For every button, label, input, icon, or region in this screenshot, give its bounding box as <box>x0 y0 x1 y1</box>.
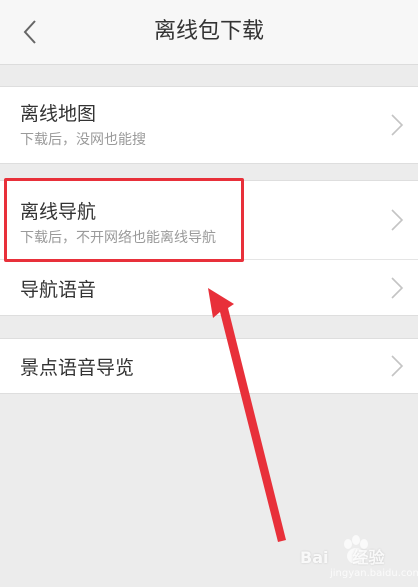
chevron-right-icon <box>391 355 404 377</box>
scenic-group: 景点语音导览 <box>0 338 418 394</box>
list-item-scenic-audio-guide[interactable]: 景点语音导览 <box>0 339 418 393</box>
watermark-url: jingyan.baidu.com <box>330 568 418 579</box>
scenic-audio-guide-title: 景点语音导览 <box>20 357 135 379</box>
offline-map-title: 离线地图 <box>20 103 97 125</box>
chevron-left-icon <box>23 20 36 44</box>
list-item-offline-map[interactable]: 离线地图 下载后，没网也能搜 <box>0 87 418 163</box>
chevron-right-icon <box>391 209 404 231</box>
navigation-voice-title: 导航语音 <box>20 279 97 301</box>
list-item-navigation-voice[interactable]: 导航语音 <box>0 259 418 315</box>
back-button[interactable] <box>12 14 48 50</box>
highlight-box <box>4 178 244 262</box>
chevron-right-icon <box>391 114 404 136</box>
chevron-right-icon <box>391 277 404 299</box>
offline-map-group: 离线地图 下载后，没网也能搜 <box>0 86 418 164</box>
page-title: 离线包下载 <box>153 19 264 44</box>
top-bar: 离线包下载 <box>0 0 418 65</box>
offline-map-subtitle: 下载后，没网也能搜 <box>20 132 146 148</box>
watermark-brand: Bai 经验 <box>300 548 385 567</box>
